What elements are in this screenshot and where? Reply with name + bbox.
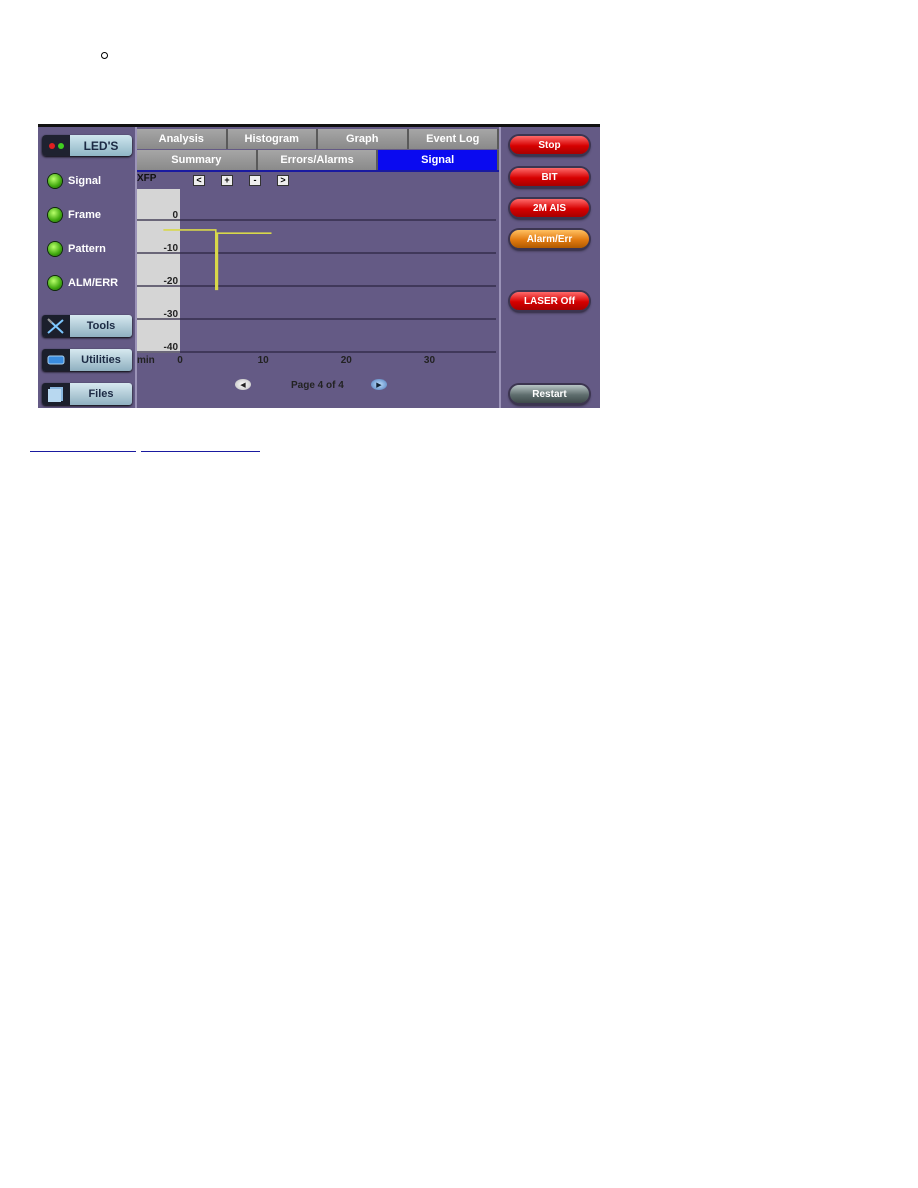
x-tick-label: 10	[258, 355, 270, 366]
y-tick-label: -40	[164, 342, 179, 353]
right-panel: Stop BIT 2M AIS Alarm/Err LASER Off Rest…	[501, 127, 600, 408]
led-alm-err: ALM/ERR	[48, 276, 118, 290]
y-tick-label: -30	[164, 309, 179, 320]
tools-button[interactable]: Tools	[42, 315, 132, 337]
page-indicator: Page 4 of 4	[291, 380, 344, 391]
tab-underline	[137, 170, 499, 172]
tab-signal[interactable]: Signal	[378, 150, 500, 170]
files-icon	[42, 383, 70, 405]
zoom-in-button[interactable]: +	[221, 175, 233, 186]
tools-button-label: Tools	[70, 315, 132, 337]
tab-summary[interactable]: Summary	[137, 150, 258, 170]
stop-button[interactable]: Stop	[510, 136, 589, 154]
led-label: Frame	[68, 209, 102, 221]
test-set-screen: LED'S Signal Frame Pattern ALM/ERR Tools	[38, 124, 600, 408]
tab-event-log[interactable]: Event Log	[408, 129, 499, 149]
led-frame: Frame	[48, 208, 101, 222]
utilities-icon	[42, 349, 70, 371]
prev-page-button[interactable]: ◀	[235, 379, 251, 390]
tools-icon	[42, 315, 70, 337]
y-tick-label: -20	[164, 276, 179, 287]
led-label: Pattern	[68, 243, 106, 255]
pagination: ◀ Page 4 of 4 ▶	[137, 379, 499, 395]
tab-analysis[interactable]: Analysis	[137, 129, 228, 149]
red-green-dots-icon	[42, 135, 70, 156]
signal-trace-line	[163, 229, 272, 291]
2m-ais-button[interactable]: 2M AIS	[510, 199, 589, 217]
link-underline[interactable]	[30, 451, 136, 452]
graph-controls: XFP < + - >	[137, 173, 499, 187]
utilities-button[interactable]: Utilities	[42, 349, 132, 371]
alarm-err-button[interactable]: Alarm/Err	[510, 230, 589, 248]
led-indicator-icon	[48, 174, 62, 188]
led-signal: Signal	[48, 174, 101, 188]
tab-errors-alarms[interactable]: Errors/Alarms	[257, 150, 379, 170]
led-indicator-icon	[48, 242, 62, 256]
led-label: ALM/ERR	[68, 277, 119, 289]
x-tick-label: 0	[177, 355, 183, 366]
right-arrow-icon: ▶	[376, 381, 382, 389]
y-tick-label: -10	[164, 243, 179, 254]
led-indicator-icon	[48, 208, 62, 222]
led-label: Signal	[68, 175, 102, 187]
utilities-button-label: Utilities	[70, 349, 132, 371]
laser-off-button[interactable]: LASER Off	[510, 292, 589, 310]
bit-button[interactable]: BIT	[510, 168, 589, 186]
scroll-left-button[interactable]: <	[193, 175, 205, 186]
left-panel: LED'S Signal Frame Pattern ALM/ERR Tools	[38, 127, 135, 408]
scroll-right-button[interactable]: >	[277, 175, 289, 186]
files-button-label: Files	[70, 383, 132, 405]
x-tick-label: 20	[341, 355, 353, 366]
led-indicator-icon	[48, 276, 62, 290]
signal-chart: 0 -10 -20 -30 -40 min 0 10 20 30	[137, 210, 496, 366]
next-page-button[interactable]: ▶	[371, 379, 387, 390]
zoom-out-button[interactable]: -	[249, 175, 261, 186]
tab-histogram[interactable]: Histogram	[227, 129, 318, 149]
link-underline[interactable]	[141, 451, 260, 452]
y-tick-label: 0	[172, 210, 178, 221]
tab-graph[interactable]: Graph	[318, 129, 409, 149]
files-button[interactable]: Files	[42, 383, 132, 405]
restart-button[interactable]: Restart	[510, 385, 589, 403]
leds-button-label: LED'S	[70, 135, 132, 156]
bullet-icon	[101, 52, 108, 59]
x-tick-label: 30	[424, 355, 436, 366]
primary-tabs: Analysis Histogram Graph Event Log	[137, 129, 499, 149]
led-pattern: Pattern	[48, 242, 106, 256]
main-panel: Analysis Histogram Graph Event Log Summa…	[137, 127, 500, 408]
leds-button[interactable]: LED'S	[42, 135, 132, 156]
secondary-tabs: Summary Errors/Alarms Signal	[137, 150, 500, 170]
graph-source-label: XFP	[137, 173, 157, 184]
x-axis-label: min	[137, 355, 155, 366]
left-arrow-icon: ◀	[240, 381, 246, 389]
